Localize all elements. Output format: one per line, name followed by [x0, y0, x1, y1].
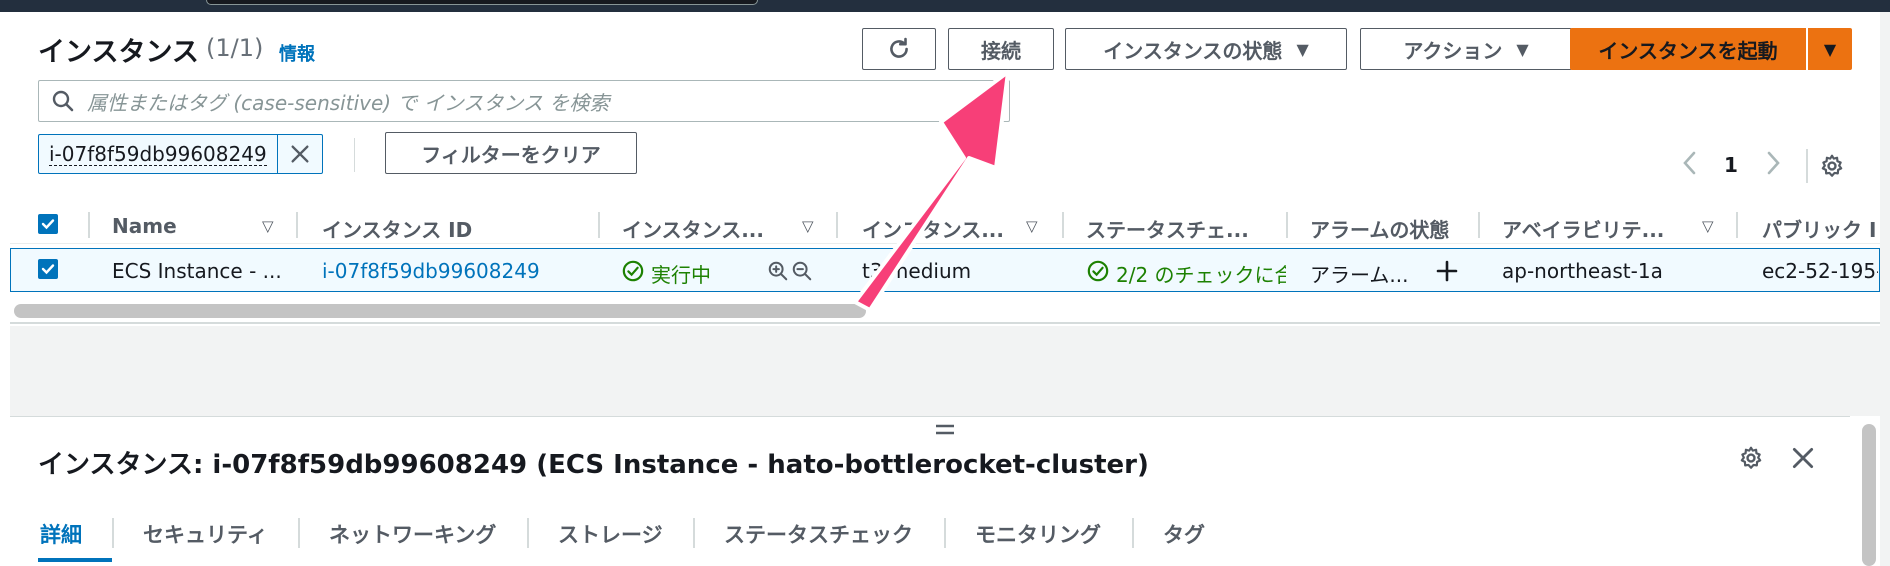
filter-token: i-07f8f59db99608249	[38, 134, 323, 174]
settings-icon	[1740, 446, 1762, 469]
search-input[interactable]: 属性またはタグ (case-sensitive) で インスタンス を検索	[38, 80, 1010, 122]
page-title: インスタンス	[38, 37, 199, 68]
tab-storage[interactable]: ストレージ	[558, 519, 663, 549]
col-alarm-status[interactable]: アラームの状態	[1310, 214, 1449, 243]
close-detail-button[interactable]	[1790, 445, 1816, 475]
table-settings-button[interactable]	[1819, 153, 1845, 183]
cell-status-check: 2/2 のチェックに合	[1116, 263, 1286, 287]
check-circle-icon	[1087, 260, 1109, 286]
resize-handle-icon[interactable]	[935, 418, 955, 443]
tab-divider	[298, 518, 300, 548]
table-row[interactable]: ECS Instance - ... i-07f8f59db99608249 実…	[10, 248, 1880, 292]
select-all-checkbox[interactable]	[38, 214, 58, 234]
refresh-button[interactable]	[862, 28, 936, 70]
instance-count: (1/1)	[206, 34, 264, 62]
column-divider	[836, 212, 838, 238]
refresh-icon	[890, 37, 908, 58]
tab-tags[interactable]: タグ	[1163, 519, 1205, 549]
cell-instance-id-link[interactable]: i-07f8f59db99608249	[322, 259, 540, 283]
search-placeholder: 属性またはタグ (case-sensitive) で インスタンス を検索	[87, 90, 610, 115]
actions-label: アクション	[1403, 38, 1503, 63]
col-instance-id[interactable]: インスタンス ID	[322, 214, 472, 243]
tab-monitoring[interactable]: モニタリング	[975, 519, 1101, 549]
launch-options-dropdown[interactable]: ▼	[1808, 28, 1852, 70]
plus-icon[interactable]	[1435, 259, 1459, 287]
tab-divider	[693, 518, 695, 548]
cell-instance-type: t3.medium	[862, 259, 972, 283]
cell-alarm-status: アラーム...	[1310, 263, 1409, 287]
cell-public-dns: ec2-52-195-	[1762, 259, 1878, 283]
column-divider	[296, 212, 298, 238]
tab-divider	[112, 518, 114, 548]
close-icon	[1792, 447, 1814, 469]
zoom-out-icon[interactable]	[791, 260, 813, 286]
global-search-stub[interactable]	[206, 0, 758, 5]
caret-down-icon: ▼	[1516, 39, 1529, 59]
sort-icon[interactable]: ▽	[1026, 217, 1038, 235]
col-instance-state[interactable]: インスタンス...	[622, 214, 764, 243]
cell-name: ECS Instance - ...	[112, 259, 282, 283]
caret-down-icon: ▼	[1296, 39, 1309, 59]
column-divider	[1062, 212, 1064, 238]
column-divider	[598, 212, 600, 238]
close-icon	[291, 145, 309, 163]
filter-token-value: i-07f8f59db99608249	[39, 135, 279, 173]
split-gap	[10, 326, 1880, 416]
sort-icon[interactable]: ▽	[1702, 217, 1714, 235]
horizontal-scrollbar[interactable]	[14, 304, 866, 318]
remove-filter-button[interactable]	[278, 143, 322, 165]
zoom-in-icon[interactable]	[767, 260, 789, 286]
tab-divider	[944, 518, 946, 548]
clear-filters-label: フィルターをクリア	[421, 142, 601, 167]
cell-availability-zone: ap-northeast-1a	[1502, 259, 1663, 283]
chevron-right-icon[interactable]	[1763, 150, 1783, 182]
column-divider	[1286, 212, 1288, 238]
column-divider	[88, 212, 90, 238]
cell-instance-state: 実行中	[651, 263, 711, 287]
col-name[interactable]: Name	[112, 214, 177, 238]
col-instance-type[interactable]: インスタンス...	[862, 214, 1004, 243]
settings-icon	[1821, 154, 1843, 177]
vertical-scrollbar[interactable]	[1862, 424, 1876, 566]
detail-title: インスタンス: i-07f8f59db99608249 (ECS Instanc…	[38, 450, 1149, 480]
instance-state-dropdown[interactable]: インスタンスの状態 ▼	[1065, 28, 1347, 70]
caret-down-icon: ▼	[1823, 39, 1837, 59]
tab-divider	[1132, 518, 1134, 548]
tab-status-checks[interactable]: ステータスチェック	[724, 519, 913, 549]
sort-icon[interactable]: ▽	[802, 217, 814, 235]
chevron-left-icon[interactable]	[1680, 150, 1700, 182]
table-header: Name ▽ インスタンス ID インスタンス... ▽ インスタンス... ▽…	[10, 206, 1880, 244]
launch-instances-button[interactable]: インスタンスを起動	[1570, 28, 1806, 70]
col-availability-zone[interactable]: アベイラビリテ...	[1502, 214, 1664, 243]
detail-settings-button[interactable]	[1738, 445, 1764, 475]
column-divider	[1478, 212, 1480, 238]
search-icon	[52, 90, 74, 112]
aws-top-navigation	[0, 0, 1890, 12]
column-divider	[1736, 212, 1738, 238]
instance-state-label: インスタンスの状態	[1103, 38, 1283, 63]
tab-divider	[527, 518, 529, 548]
clear-filters-button[interactable]: フィルターをクリア	[385, 132, 637, 174]
active-tab-indicator	[38, 558, 112, 562]
connect-button[interactable]: 接続	[948, 28, 1054, 70]
tab-security[interactable]: セキュリティ	[143, 519, 268, 549]
actions-dropdown[interactable]: アクション ▼	[1360, 28, 1572, 70]
launch-label: インスタンスを起動	[1598, 38, 1778, 63]
right-gutter	[1880, 12, 1890, 566]
connect-label: 接続	[981, 38, 1021, 63]
info-link[interactable]: 情報	[279, 40, 315, 66]
current-page[interactable]: 1	[1724, 153, 1738, 177]
row-checkbox[interactable]	[38, 259, 58, 279]
tab-networking[interactable]: ネットワーキング	[329, 519, 496, 549]
check-circle-icon	[622, 260, 644, 286]
col-public-dns[interactable]: パブリック I	[1762, 214, 1876, 243]
col-status-check[interactable]: ステータスチェ...	[1086, 214, 1249, 243]
filter-divider	[354, 138, 355, 172]
tab-details[interactable]: 詳細	[40, 519, 82, 549]
sort-icon[interactable]: ▽	[262, 217, 274, 235]
detail-panel	[10, 416, 1850, 566]
pager-divider	[1806, 149, 1808, 183]
